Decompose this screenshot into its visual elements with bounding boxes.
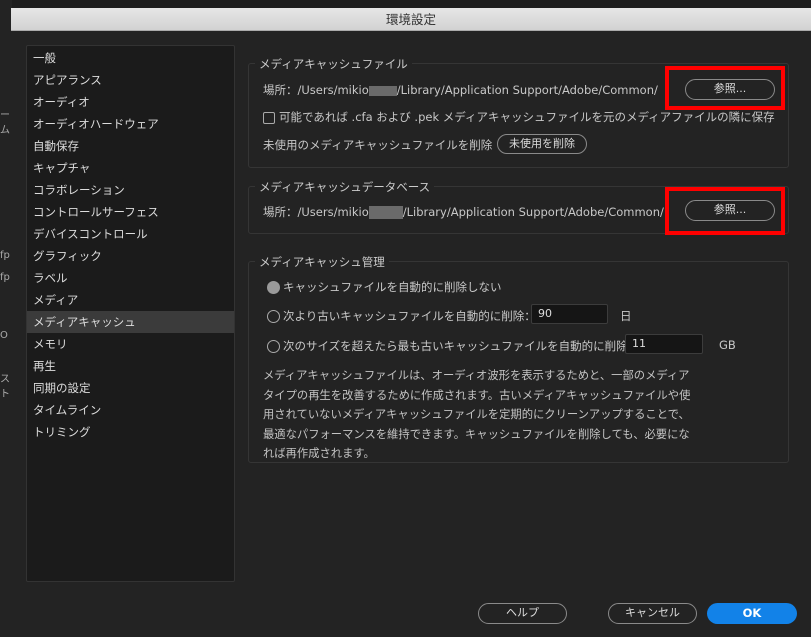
media-cache-management-group: メディアキャッシュ管理 キャッシュファイルを自動的に削除しない 次より古いキャッ… — [248, 254, 789, 463]
size-unit: GB — [719, 338, 736, 352]
location-label: 場所： — [263, 205, 298, 219]
group-title: メディアキャッシュファイル — [255, 56, 412, 72]
radio-button[interactable] — [267, 281, 280, 294]
sidebar-item[interactable]: 再生 — [27, 355, 234, 377]
media-cache-files-group: メディアキャッシュファイル 場所：/Users/mikio/Library/Ap… — [248, 56, 789, 168]
radio-delete-by-size[interactable]: 次のサイズを超えたら最も古いキャッシュファイルを自動的に削除： — [267, 338, 639, 354]
cache-db-location: 場所：/Users/mikio/Library/Application Supp… — [263, 204, 664, 220]
cache-description: メディアキャッシュファイルは、オーディオ波形を表示するためと、一部のメディアタイ… — [263, 369, 691, 460]
save-next-label: 可能であれば .cfa および .pek メディアキャッシュファイルを元のメディ… — [279, 110, 775, 124]
sidebar-item[interactable]: メディアキャッシュ — [27, 311, 234, 333]
radio-label: 次のサイズを超えたら最も古いキャッシュファイルを自動的に削除： — [283, 339, 640, 353]
path-suffix: /Library/Application Support/Adobe/Commo… — [396, 83, 658, 97]
sidebar-item[interactable]: オーディオハードウェア — [27, 113, 234, 135]
cache-files-location: 場所：/Users/mikio/Library/Application Supp… — [263, 82, 658, 98]
path-prefix: /Users/mikio — [297, 83, 369, 97]
path-suffix: /Library/Application Support/Adobe/Commo… — [402, 205, 664, 219]
radio-button[interactable] — [267, 310, 280, 323]
browse-button[interactable]: 参照... — [685, 79, 775, 100]
sidebar-item[interactable]: キャプチャ — [27, 157, 234, 179]
radio-label: キャッシュファイルを自動的に削除しない — [283, 280, 502, 294]
size-limit-input[interactable]: 11 — [625, 334, 703, 354]
redaction — [368, 85, 397, 96]
sidebar-item[interactable]: タイムライン — [27, 399, 234, 421]
days-unit: 日 — [620, 309, 632, 323]
path-prefix: /Users/mikio — [297, 205, 369, 219]
sidebar-item[interactable]: コントロールサーフェス — [27, 201, 234, 223]
radio-button[interactable] — [267, 340, 280, 353]
sidebar-item[interactable]: アピアランス — [27, 69, 234, 91]
sidebar-item[interactable]: グラフィック — [27, 245, 234, 267]
save-next-option[interactable]: 可能であれば .cfa および .pek メディアキャッシュファイルを元のメディ… — [263, 109, 775, 125]
older-days-input[interactable]: 90 — [531, 304, 608, 324]
dialog-title: 環境設定 — [11, 8, 811, 31]
location-label: 場所： — [263, 83, 298, 97]
sidebar-item[interactable]: 自動保存 — [27, 135, 234, 157]
sidebar-item[interactable]: ラベル — [27, 267, 234, 289]
redaction — [368, 206, 403, 219]
bg-fragment: O — [0, 330, 8, 341]
sidebar-item[interactable]: 一般 — [27, 47, 234, 69]
sidebar-item[interactable]: トリミング — [27, 421, 234, 443]
bg-fragment: fp — [0, 272, 10, 283]
radio-never-delete[interactable]: キャッシュファイルを自動的に削除しない — [267, 279, 502, 295]
delete-unused-text: 未使用のメディアキャッシュファイルを削除 — [263, 138, 493, 152]
save-next-checkbox[interactable] — [263, 111, 275, 124]
sidebar: 一般 アピアランス オーディオ オーディオハードウェア 自動保存 キャプチャ コラボレーショ… — [26, 45, 235, 582]
group-title: メディアキャッシュ管理 — [255, 254, 389, 270]
radio-delete-older[interactable]: 次より古いキャッシュファイルを自動的に削除： — [267, 308, 536, 324]
preferences-dialog: 環境設定 一般 アピアランス オーディオ オーディオハードウェア 自動保存 キャプチャ コラ… — [11, 8, 811, 637]
delete-unused-button[interactable]: 未使用を削除 — [497, 134, 587, 154]
radio-label: 次より古いキャッシュファイルを自動的に削除： — [283, 309, 536, 323]
help-button[interactable]: ヘルプ — [478, 603, 567, 624]
media-cache-database-group: メディアキャッシュデータベース 場所：/Users/mikio/Library/… — [248, 179, 789, 235]
group-title: メディアキャッシュデータベース — [255, 179, 435, 195]
sidebar-item[interactable]: オーディオ — [27, 91, 234, 113]
ok-button[interactable]: OK — [707, 603, 797, 624]
browse-button[interactable]: 参照... — [685, 200, 775, 221]
sidebar-item[interactable]: メディア — [27, 289, 234, 311]
sidebar-item[interactable]: デバイスコントロール — [27, 223, 234, 245]
sidebar-item[interactable]: メモリ — [27, 333, 234, 355]
sidebar-item[interactable]: 同期の設定 — [27, 377, 234, 399]
bg-fragment: fp — [0, 250, 10, 261]
cancel-button[interactable]: キャンセル — [608, 603, 697, 624]
sidebar-item[interactable]: コラボレーション — [27, 179, 234, 201]
